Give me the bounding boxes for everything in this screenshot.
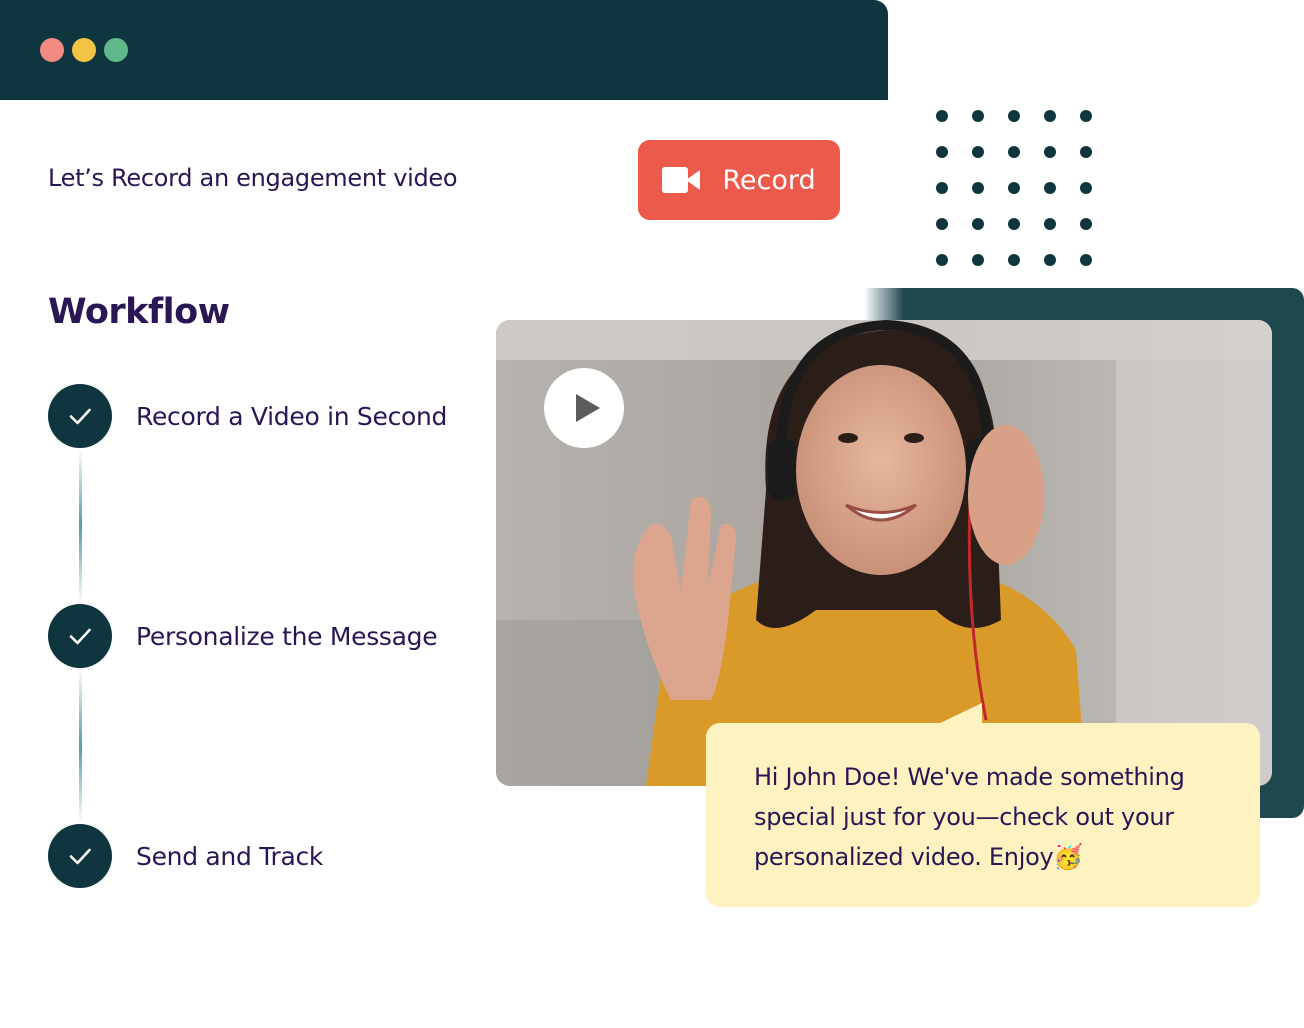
- play-button[interactable]: [544, 368, 624, 448]
- step-connector: [79, 672, 82, 820]
- window-minimize-dot[interactable]: [72, 38, 96, 62]
- workflow-step: Record a Video in Second: [48, 384, 447, 448]
- record-button[interactable]: Record: [638, 140, 840, 220]
- play-icon: [576, 394, 600, 422]
- window-titlebar: [0, 0, 888, 100]
- check-icon: [48, 604, 112, 668]
- workflow-step-label: Record a Video in Second: [136, 401, 448, 431]
- decorative-dot-grid: [936, 110, 1096, 270]
- video-camera-icon: [662, 167, 701, 193]
- workflow-step-label: Personalize the Message: [136, 621, 438, 651]
- check-icon: [48, 824, 112, 888]
- window-maximize-dot[interactable]: [104, 38, 128, 62]
- record-button-label: Record: [722, 164, 816, 196]
- personalized-message-text: Hi John Doe! We've made something specia…: [754, 763, 1185, 871]
- message-bubble-tail: [936, 703, 982, 725]
- step-connector: [79, 452, 82, 600]
- personalized-message-bubble: Hi John Doe! We've made something specia…: [706, 723, 1260, 907]
- check-icon: [48, 384, 112, 448]
- headline: Let’s Record an engagement video: [48, 164, 458, 192]
- workflow-title: Workflow: [48, 292, 230, 332]
- workflow-step: Send and Track: [48, 824, 323, 888]
- workflow-step-label: Send and Track: [136, 841, 324, 871]
- window-close-dot[interactable]: [40, 38, 64, 62]
- workflow-step: Personalize the Message: [48, 604, 438, 668]
